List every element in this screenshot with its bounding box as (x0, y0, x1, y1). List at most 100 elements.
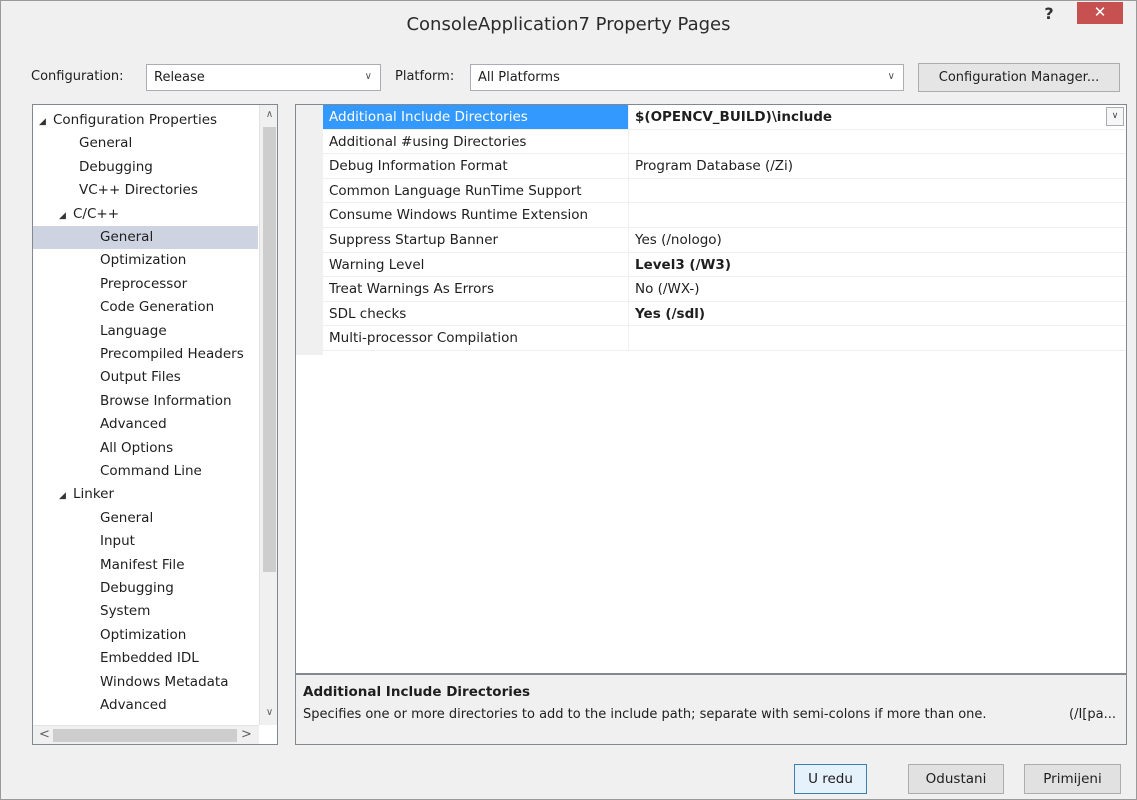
tree-item[interactable]: Optimization (100, 249, 186, 272)
value-dropdown-icon[interactable]: ∨ (1106, 107, 1124, 126)
property-row[interactable]: Consume Windows Runtime Extension (323, 203, 1126, 228)
scrollbar-thumb[interactable] (53, 729, 237, 742)
property-row[interactable]: Additional Include Directories $(OPENCV_B… (323, 105, 1126, 130)
tree-item-label: Linker (73, 486, 115, 503)
tree-item[interactable]: ◢ Configuration Properties (39, 109, 217, 132)
tree-item-label: General (100, 509, 154, 526)
scroll-down-icon[interactable]: ∨ (260, 707, 277, 718)
property-name: Common Language RunTime Support (323, 178, 629, 203)
property-row[interactable]: Treat Warnings As Errors No (/WX-) (323, 277, 1126, 302)
tree-item[interactable]: Precompiled Headers (100, 343, 244, 366)
tree-item[interactable]: VC++ Directories (79, 179, 198, 202)
tree-item-label: General (100, 229, 154, 245)
property-name: Suppress Startup Banner (323, 228, 629, 252)
tree-item[interactable]: Optimization (100, 624, 186, 647)
property-row[interactable]: Multi-processor Compilation (323, 326, 1126, 351)
property-value[interactable]: Program Database (/Zi) (629, 154, 1126, 178)
property-row[interactable]: Warning Level Level3 (/W3) (323, 252, 1126, 278)
tree-item[interactable]: Language (100, 320, 167, 343)
description-switch: (/I[pa... (1069, 707, 1116, 722)
chevron-down-icon: ∨ (887, 71, 895, 82)
close-button[interactable]: ✕ (1077, 2, 1123, 24)
tree-item[interactable]: General (100, 507, 153, 530)
cancel-button[interactable]: Odustani (908, 764, 1004, 794)
tree-item[interactable]: ◢ C/C++ (59, 203, 119, 226)
platform-dropdown[interactable]: All Platforms ∨ (470, 64, 904, 91)
platform-value: All Platforms (478, 70, 560, 85)
tree-item[interactable]: Advanced (100, 413, 167, 436)
tree-item[interactable]: Debugging (79, 156, 153, 179)
tree-item[interactable]: General (33, 226, 258, 249)
tree-item[interactable]: Browse Information (100, 390, 232, 413)
tree-item-label: Optimization (100, 252, 187, 269)
property-tree[interactable]: ◢ Configuration Properties General Debuggin… (32, 104, 278, 745)
tree-item[interactable]: Code Generation (100, 296, 214, 319)
tree-item-label: Preprocessor (100, 275, 188, 292)
tree-item[interactable]: Embedded IDL (100, 647, 199, 670)
tree-item[interactable]: General (79, 132, 132, 155)
expand-triangle-icon[interactable]: ◢ (59, 205, 73, 228)
property-value[interactable]: Yes (/sdl) (629, 302, 1126, 326)
description-panel: Additional Include Directories Specifies… (295, 674, 1127, 745)
tree-item-label: Precompiled Headers (100, 346, 244, 362)
scroll-right-icon[interactable]: > (241, 726, 252, 744)
tree-item-label: Configuration Properties (53, 112, 218, 128)
tree-item[interactable]: Advanced (100, 694, 167, 717)
expand-triangle-icon[interactable]: ◢ (59, 485, 73, 508)
property-row[interactable]: Debug Information Format Program Database… (323, 154, 1126, 179)
property-value[interactable] (629, 179, 1126, 203)
tree-item[interactable]: ◢ Linker (59, 483, 114, 506)
window-title: ConsoleApplication7 Property Pages (406, 14, 731, 35)
tree-item[interactable]: Output Files (100, 366, 181, 389)
tree-item-label: Language (100, 322, 167, 339)
property-name: Consume Windows Runtime Extension (323, 203, 629, 227)
tree-item[interactable]: Input (100, 530, 135, 553)
expand-triangle-icon[interactable]: ◢ (39, 111, 53, 134)
tree-item-label: Manifest File (100, 556, 185, 573)
tree-item-label: System (100, 603, 151, 620)
property-value[interactable] (629, 203, 1126, 227)
scrollbar-thumb[interactable] (263, 127, 276, 572)
tree-item-label: Advanced (100, 416, 167, 433)
property-row[interactable]: SDL checks Yes (/sdl) (323, 301, 1126, 327)
tree-item-label: Command Line (100, 463, 202, 479)
help-icon[interactable]: ? (1032, 1, 1066, 29)
tree-vertical-scrollbar[interactable]: ∧ ∨ (259, 105, 277, 725)
tree-item-label: Windows Metadata (100, 673, 229, 690)
tree-item[interactable]: Windows Metadata (100, 671, 228, 694)
tree-item[interactable]: Preprocessor (100, 273, 187, 296)
tree-item-label: VC++ Directories (79, 182, 198, 199)
tree-item[interactable]: System (100, 600, 150, 623)
tree-item[interactable]: Command Line (100, 460, 202, 483)
ok-button[interactable]: U redu (794, 764, 867, 794)
title-bar: ConsoleApplication7 Property Pages ? ✕ (1, 1, 1136, 51)
tree-item[interactable]: All Options (100, 437, 173, 460)
tree-item[interactable]: Manifest File (100, 554, 185, 577)
configuration-dropdown[interactable]: Release ∨ (146, 64, 381, 91)
platform-label: Platform: (395, 69, 455, 84)
tree-horizontal-scrollbar[interactable]: < > (33, 725, 259, 744)
property-value[interactable]: $(OPENCV_BUILD)\include (629, 105, 1126, 129)
property-name: Warning Level (323, 252, 629, 277)
property-value[interactable]: Yes (/nologo) (629, 228, 1126, 252)
tree-item[interactable]: Debugging (100, 577, 174, 600)
scroll-up-icon[interactable]: ∧ (260, 109, 277, 120)
tree-item-label: Output Files (100, 369, 181, 386)
description-text: Specifies one or more directories to add… (303, 707, 987, 722)
tree-item-label: C/C++ (73, 205, 120, 222)
configuration-manager-button[interactable]: Configuration Manager... (918, 63, 1120, 92)
property-row[interactable]: Common Language RunTime Support (323, 178, 1126, 204)
property-value[interactable]: No (/WX-) (629, 277, 1126, 301)
tree-item-label: General (79, 135, 133, 152)
property-row[interactable]: Additional #using Directories (323, 129, 1126, 155)
property-value[interactable]: Level3 (/W3) (629, 253, 1126, 277)
tree-item-label: Embedded IDL (100, 650, 199, 667)
property-value[interactable] (629, 326, 1126, 350)
scroll-left-icon[interactable]: < (39, 726, 50, 744)
apply-button[interactable]: Primijeni (1024, 764, 1121, 794)
tree-item-label: Browse Information (100, 392, 232, 409)
grid-gutter (296, 105, 323, 355)
property-name: Treat Warnings As Errors (323, 277, 629, 301)
property-value[interactable] (629, 130, 1126, 154)
property-row[interactable]: Suppress Startup Banner Yes (/nologo) (323, 228, 1126, 253)
